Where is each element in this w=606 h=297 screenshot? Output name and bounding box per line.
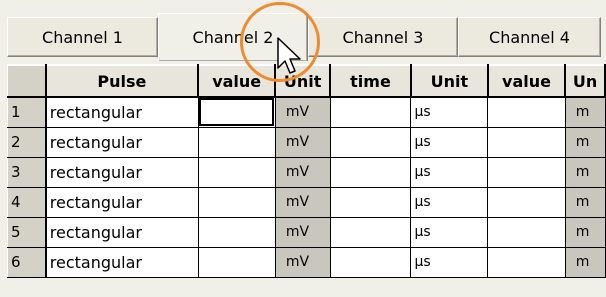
row-number[interactable]: 1 [6,96,47,128]
value-cell-2[interactable] [487,246,566,278]
header-pulse[interactable]: Pulse [45,64,200,98]
pulse-table: Pulse value Unit time Unit value Un 1 re… [6,64,606,278]
header-value-2[interactable]: value [487,64,567,98]
pulse-cell[interactable]: rectangular [45,126,199,158]
row-number[interactable]: 3 [6,156,47,188]
time-unit-cell[interactable]: µs [410,126,489,158]
value-cell-2[interactable] [487,96,566,128]
time-unit-cell[interactable]: µs [410,96,489,128]
unit-cell: mV [274,96,331,128]
time-unit-cell[interactable]: µs [410,246,489,278]
value-cell-2[interactable] [487,186,566,218]
table-row: 4 rectangular mV µs m [6,186,606,218]
value-cell[interactable] [197,126,276,158]
time-unit-cell[interactable]: µs [410,156,489,188]
value-cell-2[interactable] [487,126,566,158]
pulse-cell[interactable]: rectangular [45,186,199,218]
pulse-cell[interactable]: rectangular [45,216,199,248]
row-number[interactable]: 2 [6,126,47,158]
row-number[interactable]: 5 [6,216,47,248]
time-cell[interactable] [329,156,412,188]
table-row: 3 rectangular mV µs m [6,156,606,188]
pulse-cell[interactable]: rectangular [45,246,199,278]
value-cell[interactable] [197,96,276,128]
unit-cell: mV [274,126,331,158]
table-row: 1 rectangular mV µs m [6,96,606,128]
time-cell[interactable] [329,186,412,218]
table-row: 6 rectangular mV µs m [6,246,606,278]
row-number[interactable]: 6 [6,246,47,278]
time-unit-cell[interactable]: µs [410,216,489,248]
time-unit-cell[interactable]: µs [410,186,489,218]
value-cell[interactable] [197,186,276,218]
tab-channel-4[interactable]: Channel 4 [458,17,601,57]
table-row: 5 rectangular mV µs m [6,216,606,248]
unit-cell-2: m [564,156,606,188]
pulse-cell[interactable]: rectangular [45,156,199,188]
time-cell[interactable] [329,126,412,158]
unit-cell: mV [274,156,331,188]
time-cell[interactable] [329,246,412,278]
tab-channel-3[interactable]: Channel 3 [308,17,458,57]
row-number[interactable]: 4 [6,186,47,218]
tab-channel-1[interactable]: Channel 1 [7,17,158,57]
unit-cell: mV [274,186,331,218]
unit-cell-2: m [564,126,606,158]
time-cell[interactable] [329,96,412,128]
header-time[interactable]: time [329,64,412,98]
unit-cell-2: m [564,186,606,218]
unit-cell: mV [274,246,331,278]
header-time-unit[interactable]: Unit [410,64,489,98]
unit-cell-2: m [564,96,606,128]
mouse-cursor-icon [277,37,301,74]
table-row: 2 rectangular mV µs m [6,126,606,158]
corner-cell[interactable] [6,64,47,98]
unit-cell: mV [274,216,331,248]
header-unit-2[interactable]: Un [564,64,606,98]
value-cell-2[interactable] [487,156,566,188]
value-cell-2[interactable] [487,216,566,248]
pulse-cell[interactable]: rectangular [45,96,199,128]
value-cell[interactable] [197,156,276,188]
time-cell[interactable] [329,216,412,248]
unit-cell-2: m [564,216,606,248]
value-cell[interactable] [197,216,276,248]
unit-cell-2: m [564,246,606,278]
value-cell[interactable] [197,246,276,278]
